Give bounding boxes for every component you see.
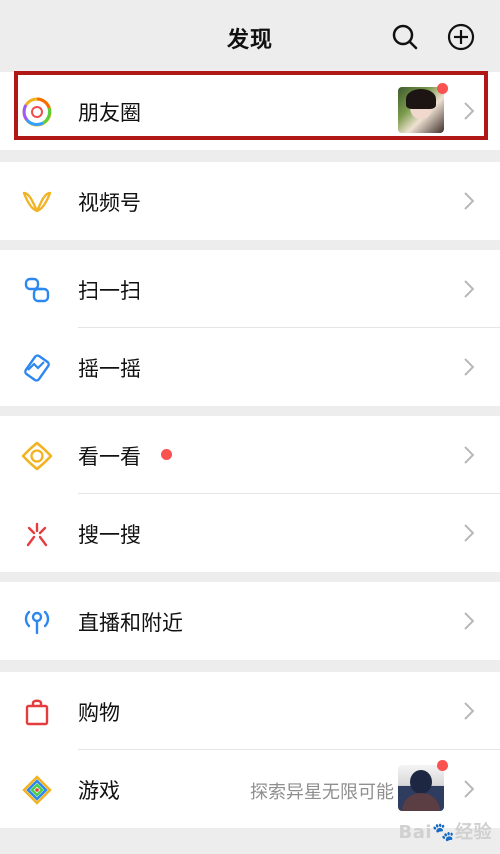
chevron-right-icon xyxy=(464,524,475,542)
top-stories-red-dot xyxy=(161,449,172,460)
game-red-dot xyxy=(437,760,448,771)
list-item-search[interactable]: 搜一搜 xyxy=(0,494,500,572)
scan-label: 扫一扫 xyxy=(78,279,141,303)
list-item-game[interactable]: 游戏 探索异星无限可能 xyxy=(0,750,500,828)
shake-label: 摇一摇 xyxy=(78,357,141,381)
game-avatar-thumbnail xyxy=(398,765,444,811)
highlight-box xyxy=(14,71,488,140)
search-feature-icon xyxy=(20,517,54,551)
list-item-scan[interactable]: 扫一扫 xyxy=(0,250,500,328)
game-label: 游戏 xyxy=(78,779,120,803)
group-channels: 视频号 xyxy=(0,162,500,240)
page-title: 发现 xyxy=(226,28,273,53)
game-icon xyxy=(20,773,54,807)
search-label: 搜一搜 xyxy=(78,523,141,547)
shake-icon xyxy=(20,351,54,385)
top-stories-icon xyxy=(20,439,54,473)
channels-label: 视频号 xyxy=(78,191,141,215)
list-item-channels[interactable]: 视频号 xyxy=(0,162,500,240)
live-nearby-icon xyxy=(20,605,54,639)
search-icon[interactable] xyxy=(390,22,420,52)
chevron-right-icon xyxy=(464,358,475,376)
chevron-right-icon xyxy=(464,702,475,720)
chevron-right-icon xyxy=(464,446,475,464)
chevron-right-icon xyxy=(464,280,475,298)
list-item-live-nearby[interactable]: 直播和附近 xyxy=(0,582,500,660)
top-stories-label: 看一看 xyxy=(78,445,141,469)
group-live-nearby: 直播和附近 xyxy=(0,582,500,660)
watermark: Bai🐾经验 xyxy=(398,822,492,843)
group-shopping-game: 购物 游戏 探索异星无限可能 xyxy=(0,672,500,828)
shopping-icon xyxy=(20,695,54,729)
group-scan-shake: 扫一扫 摇一摇 xyxy=(0,250,500,406)
top-header: 发现 xyxy=(0,0,500,72)
group-stories-search: 看一看 搜一搜 xyxy=(0,416,500,572)
live-nearby-label: 直播和附近 xyxy=(78,611,183,635)
shopping-label: 购物 xyxy=(78,701,120,725)
chevron-right-icon xyxy=(464,192,475,210)
scan-icon xyxy=(20,273,54,307)
chevron-right-icon xyxy=(464,780,475,798)
chevron-right-icon xyxy=(464,612,475,630)
add-icon[interactable] xyxy=(446,22,476,52)
game-subtitle: 探索异星无限可能 xyxy=(250,782,394,803)
list-item-top-stories[interactable]: 看一看 xyxy=(0,416,500,494)
list-item-shake[interactable]: 摇一摇 xyxy=(0,328,500,406)
channels-icon xyxy=(20,185,54,219)
list-item-shopping[interactable]: 购物 xyxy=(0,672,500,750)
